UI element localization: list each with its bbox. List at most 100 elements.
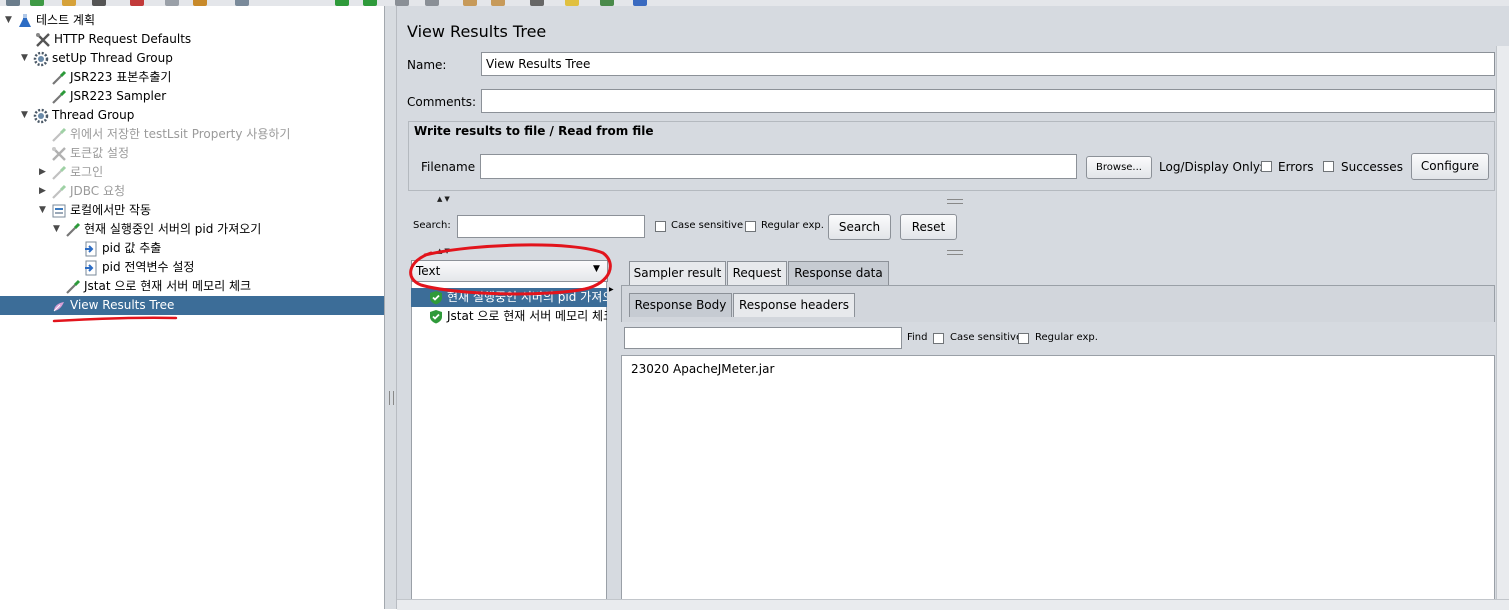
- tree-item[interactable]: ▼ 로컬에서만 작동: [0, 201, 384, 220]
- tree-item[interactable]: View Results Tree: [0, 296, 384, 315]
- wrench-icon: [35, 32, 51, 48]
- comments-field[interactable]: [481, 89, 1495, 113]
- tree-item-label: 테스트 계획: [36, 13, 96, 27]
- divider-grip-2[interactable]: [947, 250, 963, 255]
- tree-item[interactable]: ▼ Thread Group: [0, 106, 384, 125]
- results-splitter[interactable]: ▶: [608, 260, 616, 609]
- find-case-sensitive-checkbox[interactable]: [933, 333, 944, 344]
- panel-title: View Results Tree: [407, 22, 547, 41]
- search-case-sensitive-label: Case sensitive: [671, 220, 744, 231]
- response-body-area[interactable]: 23020 ApacheJMeter.jar: [621, 355, 1495, 609]
- search-button[interactable]: Search: [828, 214, 891, 240]
- result-item[interactable]: Jstat 으로 현재 서버 메모리 체크: [411, 307, 607, 326]
- gear-icon: [33, 108, 49, 124]
- listener-icon: [51, 298, 67, 314]
- success-shield-icon: [429, 309, 443, 324]
- tree-item[interactable]: ▼ 테스트 계획: [0, 11, 384, 30]
- expanded-toggle-icon[interactable]: ▼: [4, 11, 13, 30]
- renderer-dropdown[interactable]: Text ▼: [411, 260, 608, 282]
- errors-checkbox[interactable]: [1261, 161, 1272, 172]
- tree-item[interactable]: pid 전역변수 설정: [0, 258, 384, 277]
- vertical-scrollbar[interactable]: [1496, 46, 1509, 609]
- find-label: Find: [907, 332, 928, 343]
- successes-checkbox[interactable]: [1323, 161, 1334, 172]
- expanded-toggle-icon[interactable]: ▼: [20, 49, 29, 68]
- result-item-label: Jstat 으로 현재 서버 메모리 체크: [447, 309, 607, 323]
- horizontal-scrollbar[interactable]: [397, 599, 1509, 610]
- splitter-arrows: ▶: [609, 286, 614, 293]
- tree-item-label: 현재 실행중인 서버의 pid 가져오기: [84, 222, 262, 236]
- log-display-only-label: Log/Display Only:: [1159, 160, 1264, 174]
- result-item[interactable]: 현재 실행중인 서버의 pid 가져오기: [411, 288, 607, 307]
- pipette-icon: [51, 127, 67, 143]
- tree-item-label: pid 값 추출: [102, 241, 162, 255]
- pipette-icon: [51, 184, 67, 200]
- wrench-icon: [51, 146, 67, 162]
- search-field[interactable]: [457, 215, 645, 238]
- pipette-icon: [51, 165, 67, 181]
- tree-item[interactable]: pid 값 추출: [0, 239, 384, 258]
- tree-item-label: Jstat 으로 현재 서버 메모리 체크: [84, 279, 252, 293]
- postprocessor-icon: [83, 260, 99, 276]
- filename-field[interactable]: [480, 154, 1077, 179]
- controller-icon: [51, 203, 67, 219]
- view-results-tree-panel: View Results Tree Name: View Results Tre…: [397, 6, 1509, 610]
- filename-label: Filename: [421, 160, 476, 174]
- tree-item[interactable]: Jstat 으로 현재 서버 메모리 체크: [0, 277, 384, 296]
- sample-results-tree[interactable]: 현재 실행중인 서버의 pid 가져오기 Jstat 으로 현재 서버 메모리 체…: [411, 288, 607, 608]
- tree-item[interactable]: 위에서 저장한 testLsit Property 사용하기: [0, 125, 384, 144]
- success-shield-icon: [429, 290, 443, 305]
- flask-icon: [17, 13, 33, 29]
- tree-item-label: 토큰값 설정: [70, 146, 130, 160]
- expanded-toggle-icon[interactable]: ▼: [20, 106, 29, 125]
- tab-response-data[interactable]: Response data: [788, 261, 889, 285]
- tree-item[interactable]: JSR223 Sampler: [0, 87, 384, 106]
- splitter-grip[interactable]: [389, 391, 394, 405]
- tree-item[interactable]: HTTP Request Defaults: [0, 30, 384, 49]
- tree-item[interactable]: ▶ JDBC 요청: [0, 182, 384, 201]
- name-field[interactable]: View Results Tree: [481, 52, 1495, 76]
- tab-sampler-result[interactable]: Sampler result: [629, 261, 726, 285]
- red-underline-annotation: [52, 316, 178, 323]
- pipette-icon: [65, 222, 81, 238]
- search-case-sensitive-checkbox[interactable]: [655, 221, 666, 232]
- errors-label: Errors: [1278, 160, 1314, 174]
- find-case-sensitive-label: Case sensitive: [950, 332, 1023, 343]
- find-regex-checkbox[interactable]: [1018, 333, 1029, 344]
- name-label: Name:: [407, 58, 447, 72]
- successes-label: Successes: [1341, 160, 1403, 174]
- tree-item[interactable]: ▼ 현재 실행중인 서버의 pid 가져오기: [0, 220, 384, 239]
- find-field[interactable]: [624, 327, 902, 349]
- reset-button[interactable]: Reset: [900, 214, 957, 240]
- collapse-arrows-2[interactable]: ▲▼: [437, 247, 452, 255]
- pipette-icon: [51, 89, 67, 105]
- divider-grip[interactable]: [947, 199, 963, 204]
- subtab-response-body[interactable]: Response Body: [629, 293, 732, 317]
- vertical-splitter[interactable]: [385, 6, 397, 609]
- expanded-toggle-icon[interactable]: ▼: [38, 201, 47, 220]
- tree-item[interactable]: JSR223 표본추출기: [0, 68, 384, 87]
- tree-item-label: HTTP Request Defaults: [54, 32, 192, 46]
- gear-icon: [33, 51, 49, 67]
- postprocessor-icon: [83, 241, 99, 257]
- tree-item-label: setUp Thread Group: [52, 51, 173, 65]
- browse-button[interactable]: Browse...: [1086, 156, 1152, 179]
- collapse-arrows[interactable]: ▲▼: [437, 195, 452, 203]
- tab-request[interactable]: Request: [727, 261, 787, 285]
- tree-item[interactable]: ▶ 로그인: [0, 163, 384, 182]
- subtab-response-headers[interactable]: Response headers: [733, 293, 855, 317]
- test-plan-tree[interactable]: ▼ 테스트 계획 HTTP Request Defaults ▼ setUp Threa…: [0, 6, 385, 609]
- pipette-icon: [51, 70, 67, 86]
- collapsed-toggle-icon[interactable]: ▶: [38, 163, 47, 182]
- collapsed-toggle-icon[interactable]: ▶: [38, 182, 47, 201]
- search-regex-checkbox[interactable]: [745, 221, 756, 232]
- tree-item-label: JSR223 표본추출기: [70, 70, 172, 84]
- tree-item-label: 로그인: [70, 165, 104, 179]
- expanded-toggle-icon[interactable]: ▼: [52, 220, 61, 239]
- tree-item[interactable]: 토큰값 설정: [0, 144, 384, 163]
- tree-item[interactable]: ▼ setUp Thread Group: [0, 49, 384, 68]
- renderer-selected: Text: [416, 264, 441, 278]
- configure-button[interactable]: Configure: [1411, 153, 1489, 180]
- tree-item-label: View Results Tree: [70, 298, 175, 312]
- response-body-text: 23020 ApacheJMeter.jar: [631, 362, 775, 376]
